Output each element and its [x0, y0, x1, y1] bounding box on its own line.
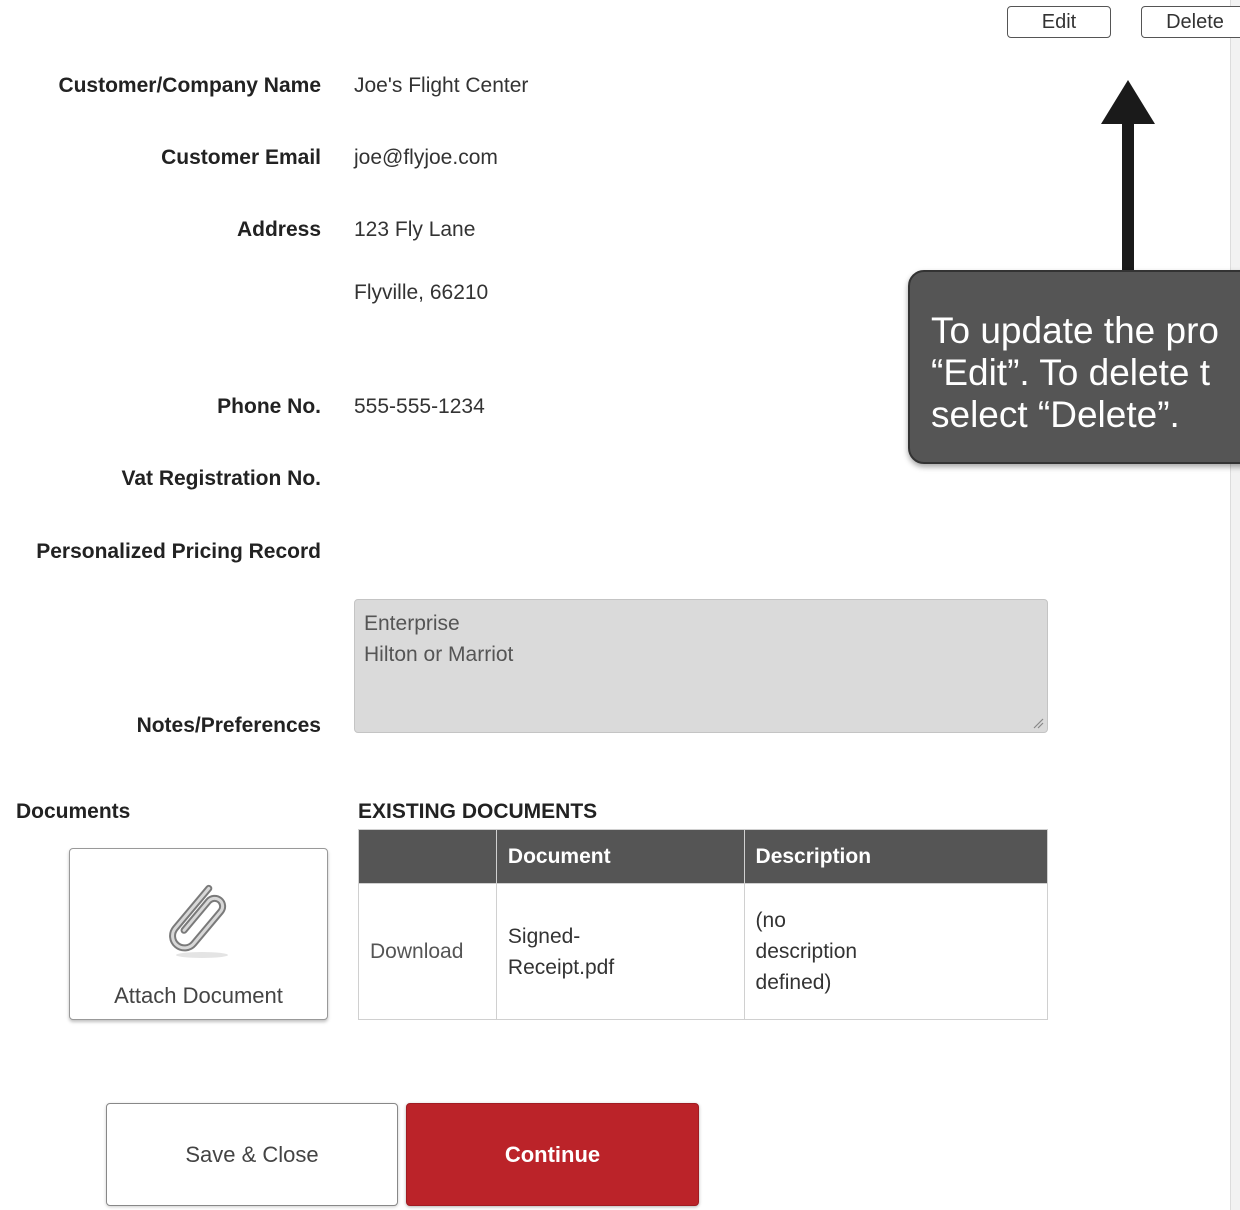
table-row: Download Signed- Receipt.pdf (no descrip…	[358, 883, 1049, 1020]
vat-label: Vat Registration No.	[121, 467, 321, 490]
download-link[interactable]: Download	[358, 883, 497, 1020]
email-value: joe@flyjoe.com	[354, 146, 498, 169]
callout-line: “Edit”. To delete t	[931, 352, 1211, 393]
documents-label: Documents	[16, 800, 131, 823]
address-line2: Flyville, 66210	[354, 281, 489, 304]
existing-documents-title: EXISTING DOCUMENTS	[358, 800, 598, 823]
document-description-cell: (no description defined)	[743, 883, 1049, 1020]
callout-line: select “Delete”.	[931, 394, 1180, 435]
notes-line: Enterprise	[364, 612, 460, 635]
attach-document-button[interactable]: Attach Document	[69, 848, 328, 1020]
phone-label: Phone No.	[217, 395, 321, 418]
document-name-cell: Signed- Receipt.pdf	[495, 883, 745, 1020]
scrollbar[interactable]	[1230, 0, 1240, 1210]
existing-documents-table: Document Description Download Signed- Re…	[358, 829, 1049, 1020]
callout-line: To update the pro	[931, 310, 1219, 351]
attach-document-label: Attach Document	[114, 983, 283, 1008]
address-line1: 123 Fly Lane	[354, 218, 476, 241]
notes-label: Notes/Preferences	[136, 714, 321, 737]
arrow-up-icon	[1101, 80, 1155, 272]
table-header-row: Document Description	[358, 829, 1049, 884]
company-label: Customer/Company Name	[58, 74, 321, 97]
paperclip-icon	[169, 884, 228, 958]
notes-line: Hilton or Marriot	[364, 643, 514, 666]
description-line: (no	[755, 909, 786, 932]
address-label: Address	[236, 218, 321, 241]
description-line: description	[755, 940, 858, 963]
edit-button[interactable]: Edit	[1007, 6, 1111, 38]
resize-grip-icon[interactable]	[1032, 717, 1044, 729]
email-label: Customer Email	[161, 146, 321, 169]
column-header-description: Description	[743, 829, 1049, 884]
continue-button[interactable]: Continue	[406, 1103, 699, 1206]
description-line: defined)	[755, 971, 832, 994]
notes-textarea[interactable]: Enterprise Hilton or Marriot	[354, 599, 1048, 733]
tooltip-callout: To update the pro “Edit”. To delete t sele…	[908, 270, 1240, 464]
save-close-button[interactable]: Save & Close	[106, 1103, 398, 1206]
phone-value: 555-555-1234	[354, 395, 485, 418]
document-name-line: Receipt.pdf	[507, 955, 615, 979]
delete-button[interactable]: Delete	[1141, 6, 1240, 38]
document-name-line: Signed-	[507, 924, 581, 948]
column-header-document: Document	[495, 829, 745, 884]
column-header-action	[358, 829, 497, 884]
company-value: Joe's Flight Center	[354, 74, 529, 97]
pricing-record-label: Personalized Pricing Record	[36, 540, 321, 563]
